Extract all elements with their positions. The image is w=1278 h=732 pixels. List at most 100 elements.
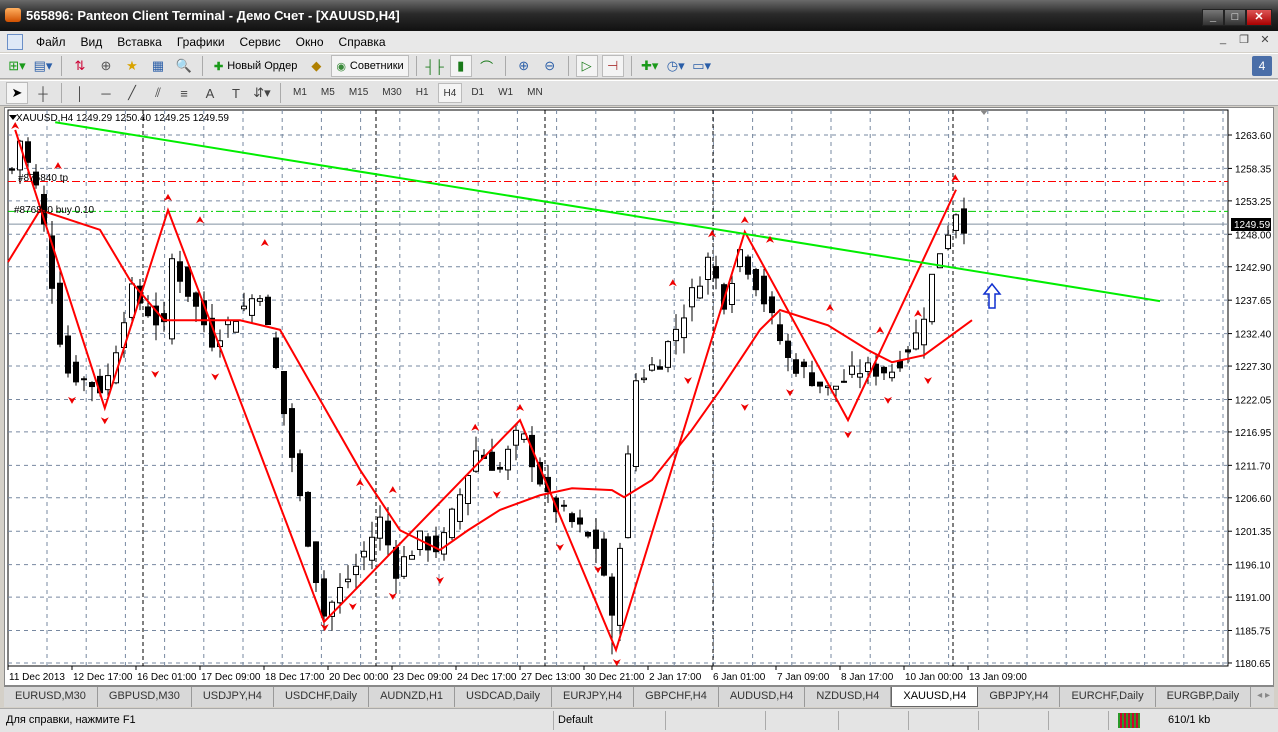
- bear-candle: [313, 541, 319, 584]
- timeframe-m15[interactable]: M15: [344, 83, 373, 103]
- bull-candle: [849, 365, 855, 375]
- tp-label: #876840 tp: [18, 173, 68, 184]
- arrows-icon[interactable]: ⇵▾: [251, 82, 273, 104]
- bear-candle: [817, 381, 823, 387]
- text-label-icon[interactable]: T: [225, 82, 247, 104]
- price-tick-label: 1242.90: [1235, 263, 1272, 274]
- new-chart-icon[interactable]: ⊞▾: [6, 55, 28, 77]
- tab-scroll-arrows[interactable]: ◂ ▸: [1257, 690, 1270, 701]
- chart-shift-icon[interactable]: ⊣: [601, 55, 624, 77]
- tester-icon[interactable]: 🔍: [173, 55, 195, 77]
- indicators-icon[interactable]: ✚▾: [639, 55, 661, 77]
- timeframe-h4[interactable]: H4: [437, 83, 463, 103]
- chart-tab[interactable]: EURGBP,Daily: [1156, 687, 1252, 707]
- timeframe-m1[interactable]: M1: [288, 83, 312, 103]
- chart-tab[interactable]: USDJPY,H4: [192, 687, 274, 707]
- zoom-in-icon[interactable]: ⊕: [513, 55, 535, 77]
- price-chart[interactable]: 1263.60 1258.35 1253.25 1248.00 1242.90 1237.…: [0, 108, 1278, 686]
- crosshair-icon[interactable]: ┼: [32, 82, 54, 104]
- bull-candle: [505, 448, 511, 471]
- menu-file[interactable]: Файл: [29, 35, 74, 49]
- menu-insert[interactable]: Вставка: [110, 35, 170, 49]
- chart-tab[interactable]: GBPJPY,H4: [978, 687, 1061, 707]
- separator: [504, 56, 506, 76]
- new-order-label: Новый Ордер: [227, 60, 298, 72]
- bear-candle: [265, 296, 271, 326]
- menu-bar: Файл Вид Вставка Графики Сервис Окно Спр…: [0, 31, 1278, 52]
- new-order-button[interactable]: ✚ Новый Ордер: [210, 55, 301, 77]
- profiles-icon[interactable]: ▤▾: [32, 55, 54, 77]
- data-window-icon[interactable]: ⊕: [95, 55, 117, 77]
- vertical-line-icon[interactable]: │: [69, 82, 91, 104]
- terminal-icon[interactable]: ▦: [147, 55, 169, 77]
- periods-icon[interactable]: ◷▾: [665, 55, 687, 77]
- timeframe-h1[interactable]: H1: [411, 83, 434, 103]
- bear-candle: [777, 324, 783, 342]
- market-watch-icon[interactable]: ⇅: [69, 55, 91, 77]
- chart-tab[interactable]: XAUUSD,H4: [891, 687, 979, 707]
- horizontal-line-icon[interactable]: ─: [95, 82, 117, 104]
- auto-scroll-icon[interactable]: ▷: [575, 55, 598, 77]
- chart-window-icon[interactable]: [7, 33, 23, 50]
- chart-tab[interactable]: USDCHF,Daily: [274, 687, 370, 707]
- price-tick-label: 1185.75: [1235, 627, 1271, 638]
- minimize-button[interactable]: _: [1202, 9, 1224, 26]
- navigator-icon[interactable]: ★: [121, 55, 143, 77]
- channel-icon[interactable]: ⫽: [147, 82, 169, 104]
- order-label: #876840 buy 0.10: [14, 205, 95, 216]
- mdi-close-button[interactable]: ✕: [1256, 33, 1274, 49]
- chart-tab[interactable]: EURUSD,M30: [4, 687, 98, 707]
- chart-tab[interactable]: EURCHF,Daily: [1060, 687, 1156, 707]
- bull-candle: [169, 258, 175, 340]
- timeframe-m5[interactable]: M5: [316, 83, 340, 103]
- notifications-badge[interactable]: 4: [1252, 56, 1272, 76]
- mdi-restore-button[interactable]: ❐: [1235, 33, 1253, 49]
- menu-tools[interactable]: Сервис: [233, 35, 289, 49]
- chart-tab[interactable]: NZDUSD,H4: [805, 687, 892, 707]
- warning-icon[interactable]: ◆: [305, 55, 327, 77]
- templates-icon[interactable]: ▭▾: [691, 55, 713, 77]
- separator: [202, 56, 203, 76]
- maximize-button[interactable]: □: [1224, 9, 1246, 26]
- chart-tab[interactable]: EURJPY,H4: [552, 687, 635, 707]
- experts-button[interactable]: ◉ Советники: [331, 55, 409, 77]
- line-chart-icon[interactable]: ⌒: [476, 55, 498, 77]
- chart-tab[interactable]: GBPUSD,M30: [98, 687, 192, 707]
- time-tick-label: 2 Jan 17:00: [649, 672, 702, 683]
- window-title: 565896: Panteon Client Terminal - Демо С…: [26, 8, 400, 23]
- trendline-icon[interactable]: ╱: [121, 82, 143, 104]
- chart-tab[interactable]: AUDUSD,H4: [719, 687, 806, 707]
- close-button[interactable]: ✕: [1246, 9, 1272, 26]
- candlestick-icon[interactable]: ▮: [449, 55, 472, 77]
- chart-tabs: EURUSD,M30 GBPUSD,M30 USDJPY,H4 USDCHF,Dail…: [4, 686, 1274, 707]
- bull-candle: [889, 371, 895, 379]
- menu-charts[interactable]: Графики: [170, 35, 233, 49]
- timeframe-d1[interactable]: D1: [466, 83, 489, 103]
- bull-candle: [921, 318, 927, 346]
- text-icon[interactable]: A: [199, 82, 221, 104]
- bear-candle: [185, 266, 191, 297]
- bear-candle: [9, 168, 15, 171]
- menu-view[interactable]: Вид: [74, 35, 111, 49]
- title-bar: 565896: Panteon Client Terminal - Демо С…: [0, 0, 1278, 31]
- bull-candle: [361, 550, 367, 558]
- connection-status-icon[interactable]: [1118, 713, 1140, 728]
- chart-tab[interactable]: GBPCHF,H4: [634, 687, 719, 707]
- price-tick-label: 1206.60: [1235, 494, 1272, 505]
- timeframe-mn[interactable]: MN: [522, 83, 548, 103]
- bull-candle: [241, 305, 247, 310]
- timeframe-w1[interactable]: W1: [493, 83, 518, 103]
- chart-tab[interactable]: USDCAD,Daily: [455, 687, 552, 707]
- price-tick-label: 1232.40: [1235, 330, 1272, 341]
- cursor-icon[interactable]: ➤: [6, 82, 28, 104]
- menu-window[interactable]: Окно: [289, 35, 332, 49]
- bear-candle: [497, 466, 503, 470]
- time-tick-label: 13 Jan 09:00: [969, 672, 1027, 683]
- menu-help[interactable]: Справка: [332, 35, 394, 49]
- timeframe-m30[interactable]: M30: [377, 83, 406, 103]
- zoom-out-icon[interactable]: ⊖: [539, 55, 561, 77]
- chart-tab[interactable]: AUDNZD,H1: [369, 687, 456, 707]
- fibonacci-icon[interactable]: ≡: [173, 82, 195, 104]
- mdi-minimize-button[interactable]: _: [1214, 33, 1232, 49]
- bar-chart-icon[interactable]: ┤├: [424, 55, 446, 77]
